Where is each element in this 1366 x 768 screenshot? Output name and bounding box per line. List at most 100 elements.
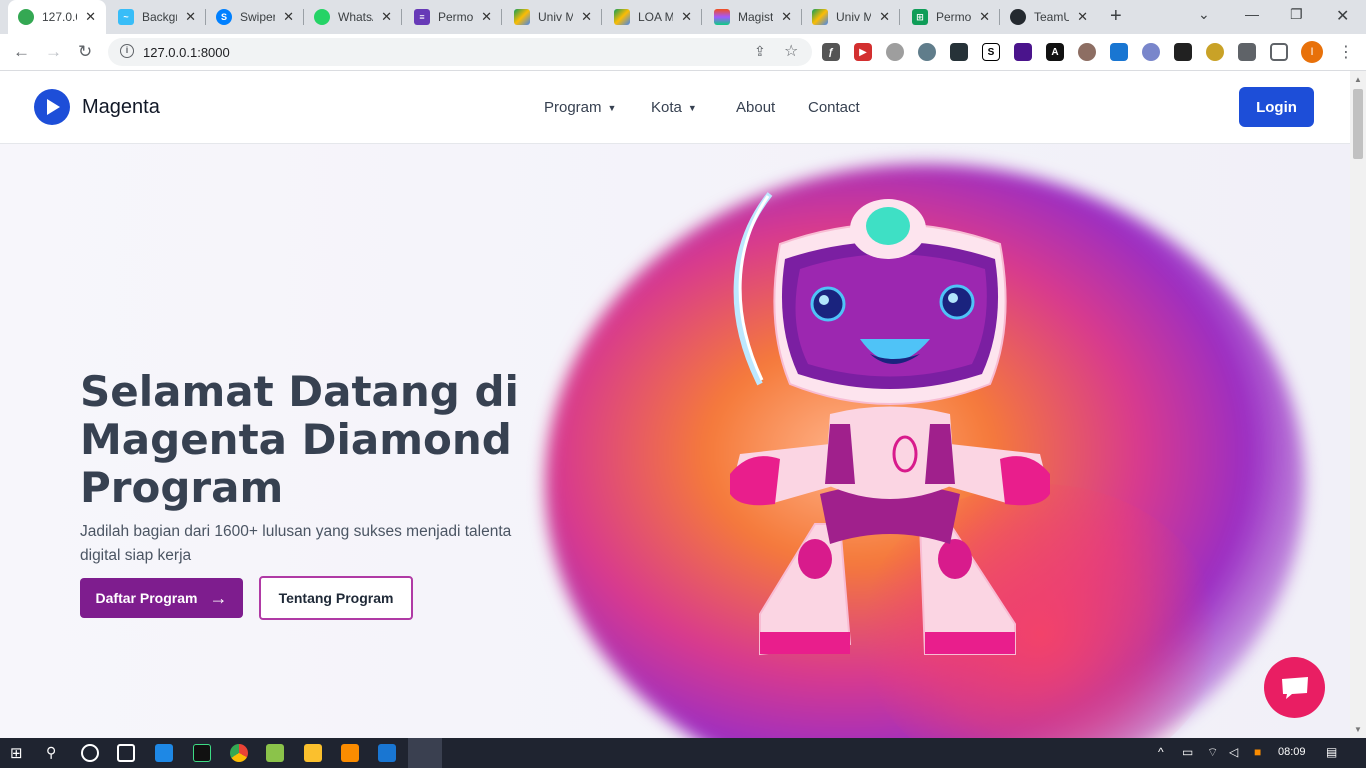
daftar-program-label: Daftar Program	[95, 590, 198, 606]
side-panel-icon[interactable]	[1270, 43, 1288, 61]
puzzle-icon[interactable]	[1238, 43, 1256, 61]
close-tab-icon[interactable]: ✕	[381, 9, 392, 25]
tab-swiper[interactable]: S Swiper ✕	[206, 0, 304, 34]
maximize-icon[interactable]: ❐	[1290, 6, 1303, 23]
task-view-icon[interactable]	[117, 744, 135, 762]
tab-title: 127.0.0.1	[42, 10, 77, 24]
extension-icon[interactable]: S	[982, 43, 1000, 61]
vscode-icon[interactable]	[378, 744, 396, 762]
tab-favicon-icon	[18, 9, 34, 25]
cookie-icon[interactable]	[1078, 43, 1096, 61]
browser-tab-strip: 127.0.0.1 ✕ ~ Background ✕ S Swiper ✕ Wh…	[0, 0, 1366, 34]
notepad-icon[interactable]	[266, 744, 284, 762]
brand-name[interactable]: Magenta	[82, 96, 160, 119]
tab-title: Permo	[936, 10, 972, 24]
volume-icon[interactable]: ◁	[1229, 745, 1238, 759]
chrome-active-icon[interactable]	[408, 738, 442, 768]
tab-drive-univ-2[interactable]: Univ M ✕	[802, 0, 900, 34]
hero-subtitle: Jadilah bagian dari 1600+ lulusan yang s…	[80, 523, 512, 564]
close-window-icon[interactable]: ✕	[1336, 6, 1349, 26]
login-button[interactable]: Login	[1239, 87, 1314, 127]
mail-icon[interactable]	[155, 744, 173, 762]
close-tab-icon[interactable]: ✕	[979, 9, 990, 25]
chrome-icon[interactable]	[230, 744, 248, 762]
logo-icon[interactable]	[34, 89, 70, 125]
file-explorer-icon[interactable]	[304, 744, 322, 762]
close-tab-icon[interactable]: ✕	[85, 9, 96, 25]
xampp-icon[interactable]	[341, 744, 359, 762]
extension-icon[interactable]: A	[1046, 43, 1064, 61]
scroll-up-icon[interactable]: ▲	[1354, 75, 1362, 84]
nav-about[interactable]: About	[736, 99, 775, 116]
extension-icon[interactable]	[1110, 43, 1128, 61]
tab-sheets[interactable]: ⊞ Permo ✕	[902, 0, 1000, 34]
close-tab-icon[interactable]: ✕	[581, 9, 592, 25]
daftar-program-button[interactable]: Daftar Program →	[80, 578, 243, 618]
hero-title-line-3: Program	[80, 463, 284, 512]
tab-background[interactable]: ~ Background ✕	[108, 0, 206, 34]
address-bar[interactable]: i 127.0.0.1:8000 ⇪ ☆	[108, 38, 812, 66]
xampp-tray-icon[interactable]: ■	[1254, 745, 1261, 759]
extension-icon[interactable]	[950, 43, 968, 61]
scroll-thumb[interactable]	[1353, 89, 1363, 159]
chat-button[interactable]	[1264, 657, 1325, 718]
extension-icon[interactable]	[1174, 43, 1192, 61]
close-tab-icon[interactable]: ✕	[481, 9, 492, 25]
menu-kebab-icon[interactable]: ⋮	[1338, 42, 1354, 62]
tab-localhost[interactable]: 127.0.0.1 ✕	[8, 0, 106, 34]
search-icon[interactable]: ⚲	[46, 744, 64, 762]
gear-icon[interactable]	[1142, 43, 1160, 61]
datagrip-icon[interactable]	[193, 744, 211, 762]
tab-github[interactable]: TeamU ✕	[1000, 0, 1098, 34]
tentang-program-button[interactable]: Tentang Program	[259, 576, 413, 620]
minimize-icon[interactable]: —	[1245, 6, 1259, 22]
new-tab-icon[interactable]: +	[1110, 5, 1122, 28]
extension-icon[interactable]: ▶	[854, 43, 872, 61]
tab-search-icon[interactable]: ⌄	[1198, 6, 1210, 23]
share-icon[interactable]: ⇪	[754, 43, 766, 60]
nav-program[interactable]: Program ▼	[544, 99, 616, 116]
battery-icon[interactable]: ▭	[1182, 745, 1193, 759]
hero-title-line-1: Selamat Datang di	[80, 367, 519, 416]
extension-icon[interactable]	[1206, 43, 1224, 61]
tab-drive-loa[interactable]: LOA M ✕	[604, 0, 702, 34]
tab-whatsapp[interactable]: WhatsApp ✕	[304, 0, 402, 34]
close-tab-icon[interactable]: ✕	[781, 9, 792, 25]
close-tab-icon[interactable]: ✕	[283, 9, 294, 25]
page-scrollbar[interactable]: ▲ ▼	[1350, 71, 1366, 738]
extension-icon[interactable]	[1014, 43, 1032, 61]
nav-program-label: Program	[544, 99, 602, 116]
nav-kota[interactable]: Kota ▼	[651, 99, 697, 116]
reload-icon[interactable]: ↻	[78, 42, 92, 62]
arrow-right-icon: →	[209, 587, 228, 608]
nav-contact[interactable]: Contact	[808, 99, 860, 116]
tray-chevron-icon[interactable]: ^	[1158, 745, 1164, 759]
close-tab-icon[interactable]: ✕	[185, 9, 196, 25]
nav-contact-label: Contact	[808, 99, 860, 116]
extension-icon[interactable]: ƒ	[822, 43, 840, 61]
url-text[interactable]: 127.0.0.1:8000	[143, 45, 230, 60]
tab-permohonan[interactable]: ≡ Permohonan ✕	[404, 0, 502, 34]
wifi-icon[interactable]: ⌔	[1207, 745, 1218, 760]
close-tab-icon[interactable]: ✕	[879, 9, 890, 25]
tab-drive-univ[interactable]: Univ M ✕	[504, 0, 602, 34]
tab-figma[interactable]: Magist ✕	[704, 0, 802, 34]
bookmark-star-icon[interactable]: ☆	[784, 41, 798, 61]
clock[interactable]: 08:09	[1278, 746, 1306, 758]
nav-kota-label: Kota	[651, 99, 682, 116]
forward-icon[interactable]: →	[45, 42, 62, 62]
windows-taskbar: ⊞ ⚲ ^ ▭ ⌔ ◁ ■ 08:09 ▤	[0, 738, 1366, 768]
notifications-icon[interactable]: ▤	[1326, 745, 1337, 759]
profile-avatar[interactable]: I	[1301, 41, 1323, 63]
extension-icon[interactable]	[886, 43, 904, 61]
tab-title: LOA M	[638, 10, 674, 24]
close-tab-icon[interactable]: ✕	[681, 9, 692, 25]
scroll-down-icon[interactable]: ▼	[1354, 725, 1362, 734]
extension-icon[interactable]	[918, 43, 936, 61]
hero-section: Selamat Datang di Magenta Diamond Progra…	[0, 144, 1350, 738]
back-icon[interactable]: ←	[13, 42, 30, 62]
site-info-icon[interactable]: i	[120, 44, 134, 58]
cortana-icon[interactable]	[81, 744, 99, 762]
windows-start-icon[interactable]: ⊞	[10, 744, 28, 762]
close-tab-icon[interactable]: ✕	[1077, 9, 1088, 25]
